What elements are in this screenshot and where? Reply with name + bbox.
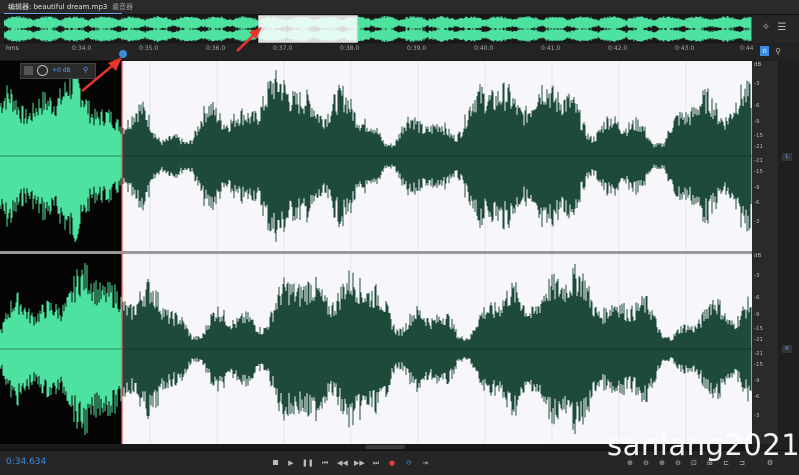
db-label: -15: [754, 362, 763, 368]
db-label: -6: [754, 200, 760, 206]
record-button[interactable]: ●: [387, 458, 397, 468]
db-label: -3: [754, 273, 760, 279]
watermark: sanlang2021: [607, 428, 799, 462]
channel-badge-right[interactable]: R: [782, 345, 792, 353]
tab-bar: 编辑器: beautiful dream.mp3 ≡ 混音器: [0, 0, 799, 15]
tab-mixer[interactable]: 混音器: [108, 2, 137, 13]
db-label: -21: [754, 337, 763, 343]
ruler-tick: 0:37.0: [273, 45, 293, 52]
ruler-tick: 0:40.0: [474, 45, 494, 52]
go-to-end-button[interactable]: ⏭: [371, 458, 381, 468]
ruler-tick: 0:38.0: [340, 45, 360, 52]
tab-editor[interactable]: 编辑器: beautiful dream.mp3 ≡: [4, 2, 123, 14]
db-label: -9: [754, 185, 760, 191]
ruler-tick: 0:35.0: [139, 45, 159, 52]
stop-button[interactable]: [270, 458, 280, 468]
db-label: -3: [754, 413, 760, 419]
db-label: -21: [754, 144, 763, 150]
db-label: -9: [754, 312, 760, 318]
loop-button[interactable]: ⟳: [404, 458, 414, 468]
pin-icon[interactable]: ⚲: [772, 46, 784, 58]
annotation-arrow-playhead: [81, 57, 122, 92]
headphones-icon[interactable]: ∩: [760, 46, 769, 56]
play-button[interactable]: ▶: [286, 458, 296, 468]
tab-editor-label: 编辑器: beautiful dream.mp3: [8, 3, 108, 11]
volume-level-icon[interactable]: [24, 66, 33, 75]
db-label: -15: [754, 326, 763, 332]
db-label: -21: [754, 351, 763, 357]
db-label: -3: [754, 219, 760, 225]
channel-badge-left[interactable]: L: [782, 153, 792, 161]
tab-mixer-label: 混音器: [112, 3, 133, 11]
annotation-arrow-overview: [236, 27, 262, 52]
overview-waveform[interactable]: [4, 15, 752, 43]
overview-tools: ✧ ☰: [752, 15, 799, 43]
skip-selection-button[interactable]: ⇥: [420, 458, 430, 468]
ruler-tick: 0:42.0: [608, 45, 628, 52]
db-label: -3: [754, 81, 760, 87]
ruler-tick: 0:36.0: [206, 45, 226, 52]
current-time: 0:34.634: [6, 457, 47, 467]
db-unit: dB: [754, 62, 762, 68]
db-label: -15: [754, 169, 763, 175]
ruler-right-tools: ∩ ⚲: [756, 44, 799, 60]
gain-value: +0 dB: [52, 67, 71, 74]
ruler-tick: 0:44: [740, 45, 754, 52]
db-label: -6: [754, 394, 760, 400]
scrollbar-thumb[interactable]: [365, 445, 405, 449]
db-scale: dB -3 -6 -9 -15 -21 -21 -15 -9 -6 -3 dB …: [752, 61, 778, 444]
list-icon[interactable]: ☰: [776, 22, 788, 34]
ruler-tick: 0:34.0: [72, 45, 92, 52]
zoom-fit-icon[interactable]: ✧: [760, 22, 772, 34]
db-label: -21: [754, 158, 763, 164]
ruler-unit-label: hms: [6, 45, 19, 52]
db-label: -9: [754, 378, 760, 384]
go-to-start-button[interactable]: ⏮: [320, 458, 330, 468]
gain-knob-icon[interactable]: [37, 65, 48, 76]
db-label: -6: [754, 103, 760, 109]
pause-button[interactable]: ❚❚: [302, 458, 314, 468]
ruler-tick: 0:39.0: [407, 45, 427, 52]
waveform-editor[interactable]: [0, 61, 752, 444]
db-label: -9: [754, 119, 760, 125]
db-label: -6: [754, 295, 760, 301]
overview-waveform-svg: [4, 15, 752, 43]
db-unit: dB: [754, 253, 762, 259]
ruler-tick: 0:43.0: [675, 45, 695, 52]
rewind-button[interactable]: ◀◀: [337, 458, 348, 468]
waveform-svg: [0, 61, 752, 444]
ruler-tick: 0:41.0: [541, 45, 561, 52]
db-label: -15: [754, 133, 763, 139]
fast-forward-button[interactable]: ▶▶: [354, 458, 365, 468]
